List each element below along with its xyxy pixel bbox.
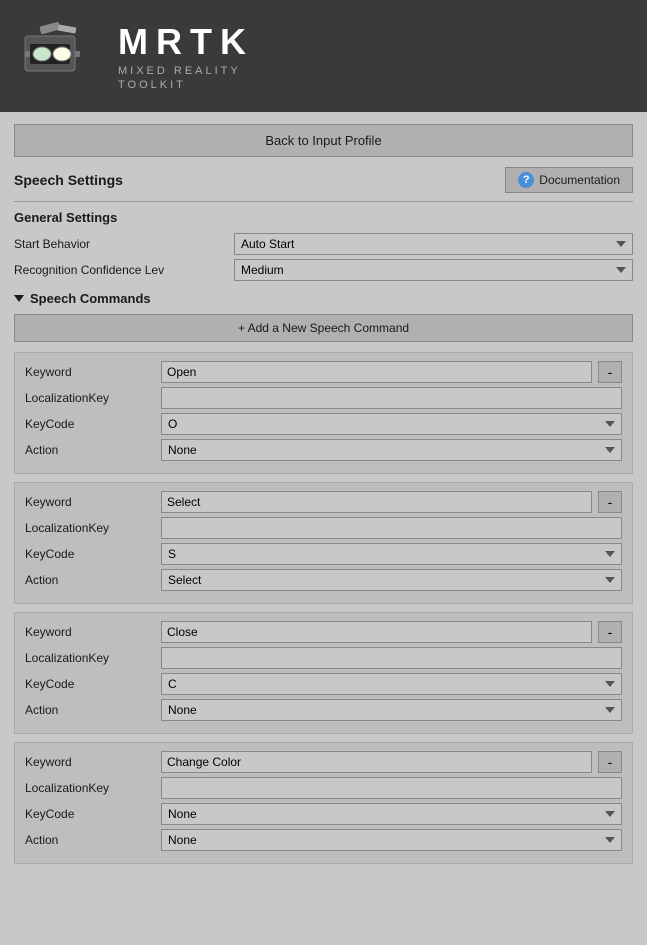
- brand-subtitle-line2: TOOLKIT: [118, 79, 254, 91]
- keycode-select-0[interactable]: O: [161, 413, 622, 435]
- add-speech-command-button[interactable]: + Add a New Speech Command: [14, 314, 633, 342]
- speech-settings-header-row: Speech Settings ? Documentation: [14, 167, 633, 193]
- keyword-input-3[interactable]: [161, 751, 592, 773]
- speech-settings-title: Speech Settings: [14, 172, 123, 188]
- command-card-0: Keyword - LocalizationKey KeyCode O Acti…: [14, 352, 633, 474]
- keyword-row-2: Keyword -: [25, 621, 622, 643]
- documentation-button[interactable]: ? Documentation: [505, 167, 633, 193]
- action-select-2[interactable]: None Select: [161, 699, 622, 721]
- section-divider: [14, 201, 633, 202]
- localization-label-3: LocalizationKey: [25, 781, 155, 795]
- recognition-confidence-label: Recognition Confidence Lev: [14, 263, 234, 277]
- remove-button-1[interactable]: -: [598, 491, 622, 513]
- action-label-2: Action: [25, 703, 155, 717]
- localization-input-0[interactable]: [161, 387, 622, 409]
- action-row-0: Action None Select: [25, 439, 622, 461]
- start-behavior-label: Start Behavior: [14, 237, 234, 251]
- header: MRTK MIXED REALITY TOOLKIT: [0, 0, 647, 112]
- brand-title: MRTK: [118, 21, 254, 63]
- keycode-label-0: KeyCode: [25, 417, 155, 431]
- back-to-input-profile-button[interactable]: Back to Input Profile: [14, 124, 633, 157]
- keycode-select-3[interactable]: None: [161, 803, 622, 825]
- recognition-confidence-row: Recognition Confidence Lev High Medium L…: [14, 259, 633, 281]
- action-row-2: Action None Select: [25, 699, 622, 721]
- keyword-row-1: Keyword -: [25, 491, 622, 513]
- keycode-label-1: KeyCode: [25, 547, 155, 561]
- remove-button-2[interactable]: -: [598, 621, 622, 643]
- localization-label-0: LocalizationKey: [25, 391, 155, 405]
- localization-row-3: LocalizationKey: [25, 777, 622, 799]
- keyword-label-0: Keyword: [25, 365, 155, 379]
- localization-label-2: LocalizationKey: [25, 651, 155, 665]
- brand-text: MRTK MIXED REALITY TOOLKIT: [118, 21, 254, 91]
- general-settings-title: General Settings: [14, 210, 633, 225]
- remove-button-3[interactable]: -: [598, 751, 622, 773]
- keyword-label-3: Keyword: [25, 755, 155, 769]
- command-card-1: Keyword - LocalizationKey KeyCode S Acti…: [14, 482, 633, 604]
- command-card-2: Keyword - LocalizationKey KeyCode C Acti…: [14, 612, 633, 734]
- keyword-row-0: Keyword -: [25, 361, 622, 383]
- keyword-label-2: Keyword: [25, 625, 155, 639]
- keyword-input-2[interactable]: [161, 621, 592, 643]
- localization-input-3[interactable]: [161, 777, 622, 799]
- keycode-row-3: KeyCode None: [25, 803, 622, 825]
- collapse-triangle-icon: [14, 295, 24, 302]
- doc-button-label: Documentation: [539, 173, 620, 187]
- keycode-select-1[interactable]: S: [161, 543, 622, 565]
- mrtk-logo-icon: [20, 16, 100, 96]
- start-behavior-row: Start Behavior Auto Start Manual Start: [14, 233, 633, 255]
- keyword-label-1: Keyword: [25, 495, 155, 509]
- keycode-row-0: KeyCode O: [25, 413, 622, 435]
- action-select-1[interactable]: None Select: [161, 569, 622, 591]
- doc-info-icon: ?: [518, 172, 534, 188]
- remove-button-0[interactable]: -: [598, 361, 622, 383]
- action-row-3: Action None Select: [25, 829, 622, 851]
- keycode-select-2[interactable]: C: [161, 673, 622, 695]
- action-select-3[interactable]: None Select: [161, 829, 622, 851]
- recognition-confidence-select[interactable]: High Medium Low Unknown: [234, 259, 633, 281]
- action-select-0[interactable]: None Select: [161, 439, 622, 461]
- keycode-label-3: KeyCode: [25, 807, 155, 821]
- action-label-1: Action: [25, 573, 155, 587]
- start-behavior-select[interactable]: Auto Start Manual Start: [234, 233, 633, 255]
- localization-row-2: LocalizationKey: [25, 647, 622, 669]
- speech-commands-header: Speech Commands: [14, 291, 633, 306]
- keycode-label-2: KeyCode: [25, 677, 155, 691]
- localization-row-1: LocalizationKey: [25, 517, 622, 539]
- keycode-row-1: KeyCode S: [25, 543, 622, 565]
- keyword-row-3: Keyword -: [25, 751, 622, 773]
- keyword-input-0[interactable]: [161, 361, 592, 383]
- action-label-3: Action: [25, 833, 155, 847]
- localization-input-1[interactable]: [161, 517, 622, 539]
- action-row-1: Action None Select: [25, 569, 622, 591]
- keyword-input-1[interactable]: [161, 491, 592, 513]
- main-content: Back to Input Profile Speech Settings ? …: [0, 112, 647, 884]
- command-card-3: Keyword - LocalizationKey KeyCode None A…: [14, 742, 633, 864]
- speech-commands-title: Speech Commands: [30, 291, 151, 306]
- localization-input-2[interactable]: [161, 647, 622, 669]
- localization-label-1: LocalizationKey: [25, 521, 155, 535]
- brand-subtitle-line1: MIXED REALITY: [118, 65, 254, 77]
- keycode-row-2: KeyCode C: [25, 673, 622, 695]
- action-label-0: Action: [25, 443, 155, 457]
- localization-row-0: LocalizationKey: [25, 387, 622, 409]
